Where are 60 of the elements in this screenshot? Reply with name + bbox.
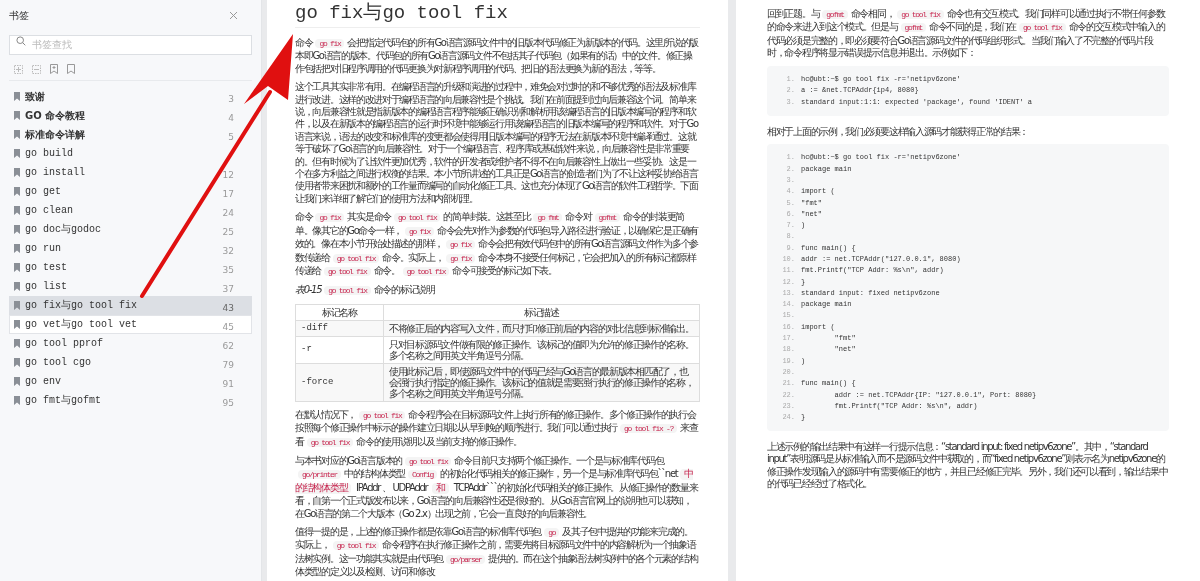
bookmark-item[interactable]: go fix与go tool fix 43: [9, 296, 252, 315]
bookmark-icon: [14, 225, 20, 234]
paragraph: 相对于上面的示例，我们必须要这样输入源码才能获得正常的结果：: [767, 125, 1029, 138]
bookmark-icon: [14, 111, 20, 120]
bookmark-icon: [14, 301, 20, 310]
bookmark-item[interactable]: go vet与go tool vet 45: [9, 315, 252, 334]
bookmark-icon: [14, 92, 20, 101]
paragraph: 与本书对应的Go语言版本的 go tool fix 命令目前只支持两个修正操作。一个是与标准库代码包 go/printer 中的结构体类型 Config 的初始化代码相关的修正操作，另一个是与标准库代码包``net 中的结构体类型 IPAddr 、 UDPAddr 和 TCPAddr```的初始化代码相关的修正操作。从修正操作的数量来看，自第一个正式版发布以来，Go语言的向后兼容性还是很好的。从Go语言官网上的说明也可以获知，在Go语言的第二个大版本（Go 2.x）出现之前，它会一直良好的向后兼容性。: [295, 454, 699, 520]
bookmark-item[interactable]: go install 12: [9, 163, 252, 182]
paragraph: 这个工具其实非常有用。在编程语言的升级和演进的过程中，难免会对过时的和不够优秀的语法及标准库进行改进。这样的改进对于编程语言的向后兼容性是个挑战。我们在前面提到过向后兼容这个词。简单来说，向后兼容性就是指新版本的编程语言程序能够正确识别和解析用该编程语言的旧版本编写的程序和软件，以及在新版本的编程语言的运行时环境中能够运行用该编程语言的旧版本编写的程序和软件。对于Go语言来说，语法的改变和标准库的变更都会使得用旧版本编写的程序无法在新版本环境中编译通过。这就等于破坏了Go语言的向后兼容性。对于一个编程语言、程序库或基础软件来说，向后兼容性是非常重要的。但有时候为了让软件更加优秀，软件的开发者或维护者不得不在向后兼容性上做出一些妥协。这是一个在多方利益之间进行权衡的结果。本小节所讲述的工具正是Go语言的创造者们为了不让这种妥协给语言使用者带来困扰和额外的工作量而编写的自动化修正工具。这也充分体现了Go语言的软件工程哲学。下面让我们来详细了解它们的使用方法和内部机理。: [295, 81, 700, 206]
bookmark-item[interactable]: go tool pprof 62: [9, 334, 252, 353]
bookmark-icon: [14, 358, 20, 367]
bookmark-icon: [14, 187, 20, 196]
bookmark-item[interactable]: go clean 24: [9, 201, 252, 220]
sidebar-title: 书签: [9, 8, 29, 23]
bookmark-icon: [14, 263, 20, 272]
close-icon[interactable]: [229, 10, 238, 20]
table-cell-text: 使用此标记后，即使源码文件中的代码已经与Go语言的最新版本相匹配了，也会强行执行指定的修正操作。该标记的值就是需要强行执行的修正操作的名称，多个名称之间用英文半角逗号分隔。: [388, 364, 695, 401]
paragraph: 值得一提的是，上述的修正操作都是依靠Go语言的标准库代码包 go 及其子包中提供的功能来完成的。实际上， go tool fix 命令程序在执行修正操作之前，需要先将目标源码文件中的内容解析为一个抽象语法树实例。这一功能其实就是由代码包 go/parser 提供的。而在这个抽象语法树实例中的各个元素的结构体类型的定义以及检测、访问和修改: [295, 525, 699, 579]
bookmark-item[interactable]: go env 91: [9, 372, 252, 391]
paragraph: 命令 go fix 会把指定代码包的所有Go语言源码文件中的旧版本代码修正为新版本的代码。这里所说的版本即Go语言的版本。代码包的所有Go语言源码文件不包括其子代码包（如果有的话）中的文件。修正操作包括把对旧程序调用的代码更换为对新程序调用的代码、把旧的语法更换为新的语法，等等。: [295, 37, 700, 76]
bookmark-item[interactable]: go doc与godoc 25: [9, 220, 252, 239]
bookmark-item[interactable]: 标准命令详解 5: [9, 125, 252, 144]
bookmark-icon: [14, 130, 20, 139]
bookmark-item[interactable]: go run 32: [9, 239, 252, 258]
bookmark-icon: [14, 168, 20, 177]
collapse-all-icon[interactable]: [32, 64, 41, 74]
table-cell-text: 只对目标源码文件做有限的修正操作。该标记的值即为允许的修正操作的名称。多个名称之间用英文半角逗号分隔。: [388, 337, 695, 363]
bookmark-item[interactable]: go tool cgo 79: [9, 353, 252, 372]
paragraph: 上述示例的输出结果中有这样一行提示信息：“standard input: fixed netipv6zone”。其中，“standard input”表明源码是从标准输入而不是源码文件中获取的，而“fixed netipv6zone”则表示名为netipv6zone的修正操作发现输入的源码中有需要修正的地方，并且已经修正完毕。另外，我们还可以看到，输出结果中的代码已经经过了格式化。: [767, 441, 1169, 491]
bookmark-icon: [14, 282, 20, 291]
bookmark-icon: [14, 149, 20, 158]
bookmark-icon: [14, 206, 20, 215]
bookmark-icon: [14, 377, 20, 386]
bookmark-icon: [14, 396, 20, 405]
paragraph: 在默认情况下， go tool fix 命令程序会在目标源码文件上执行所有的修正操作。多个修正操作的执行会按照每个修正操作中标示的操作建立日期以从早到晚的顺序进行。我们可以通过执行 go tool fix -? 来查看 go tool fix 命令的使用说明以及当前支持的修正操作。: [295, 408, 699, 449]
bookmark-item[interactable]: go build: [9, 144, 252, 163]
paragraph: 命令 go fix 其实是命令 go tool fix 的简单封装。这甚至比 go fmt 命令对 gofmt 命令的封装更简单。像其它的Go命令一样， go fix 命令会先对作为参数的代码包导入路径进行验证，以确保它是正确有效的。像在本小节开始处描述的那样， go fix 命令会把有效代码包中的所有Go语言源码文件作为多个参数传递给 go tool fix 命令。实际上， go fix 命令本身不接受任何标记，它会把加入的所有标记都原样传递给 go tool fix 命令。 go tool fix 命令可接受的标记如下表。: [295, 211, 700, 278]
expand-all-icon[interactable]: [14, 64, 23, 74]
bookmark-item[interactable]: GO 命令教程 4: [9, 106, 252, 125]
bookmark-icon: [14, 339, 20, 348]
bookmark-item[interactable]: go test 35: [9, 258, 252, 277]
table-cell-text: 不将修正后的内容写入文件，而只打印修正前后的内容的对比信息到标准输出。: [388, 321, 695, 336]
bookmark-item[interactable]: 致谢 3: [9, 87, 252, 106]
bookmark-icon: [14, 320, 20, 329]
bookmark-outline-icon[interactable]: [67, 64, 75, 74]
search-icon: [16, 36, 26, 46]
table-header-cell-text: 标记描述: [523, 305, 560, 320]
paragraph: 回到正题。与 gofmt 命令相同， go tool fix 命令也有交互模式。我们同样可以通过执行不带任何参数的命令来进入到这个模式。但是与 gofmt 命令不同的是，我们在 go tool fix 命令的交互模式中输入的代码必须是完整的，即必须要符合Go语言源码文件的代码组织形式。当我们输入了不完整的代码片段时，命令程序将显示错误提示信息并退出。示例如下：: [767, 8, 1166, 60]
table-cell: -diff: [296, 320, 384, 336]
table-header-cell: 标记名称: [296, 304, 384, 320]
bookmark-item[interactable]: go get 17: [9, 182, 252, 201]
bookmark-icon: [14, 244, 20, 253]
table-cell: -force: [296, 363, 384, 401]
add-bookmark-icon[interactable]: [50, 64, 58, 74]
page-title: go fix与go tool fix: [295, 0, 700, 28]
bookmark-item[interactable]: go fmt与gofmt 95: [9, 391, 252, 410]
table-caption: 表0-15 go tool fix 命令的标记说明: [295, 284, 436, 298]
bookmark-item[interactable]: go list 37: [9, 277, 252, 296]
table-cell: -r: [296, 336, 384, 363]
